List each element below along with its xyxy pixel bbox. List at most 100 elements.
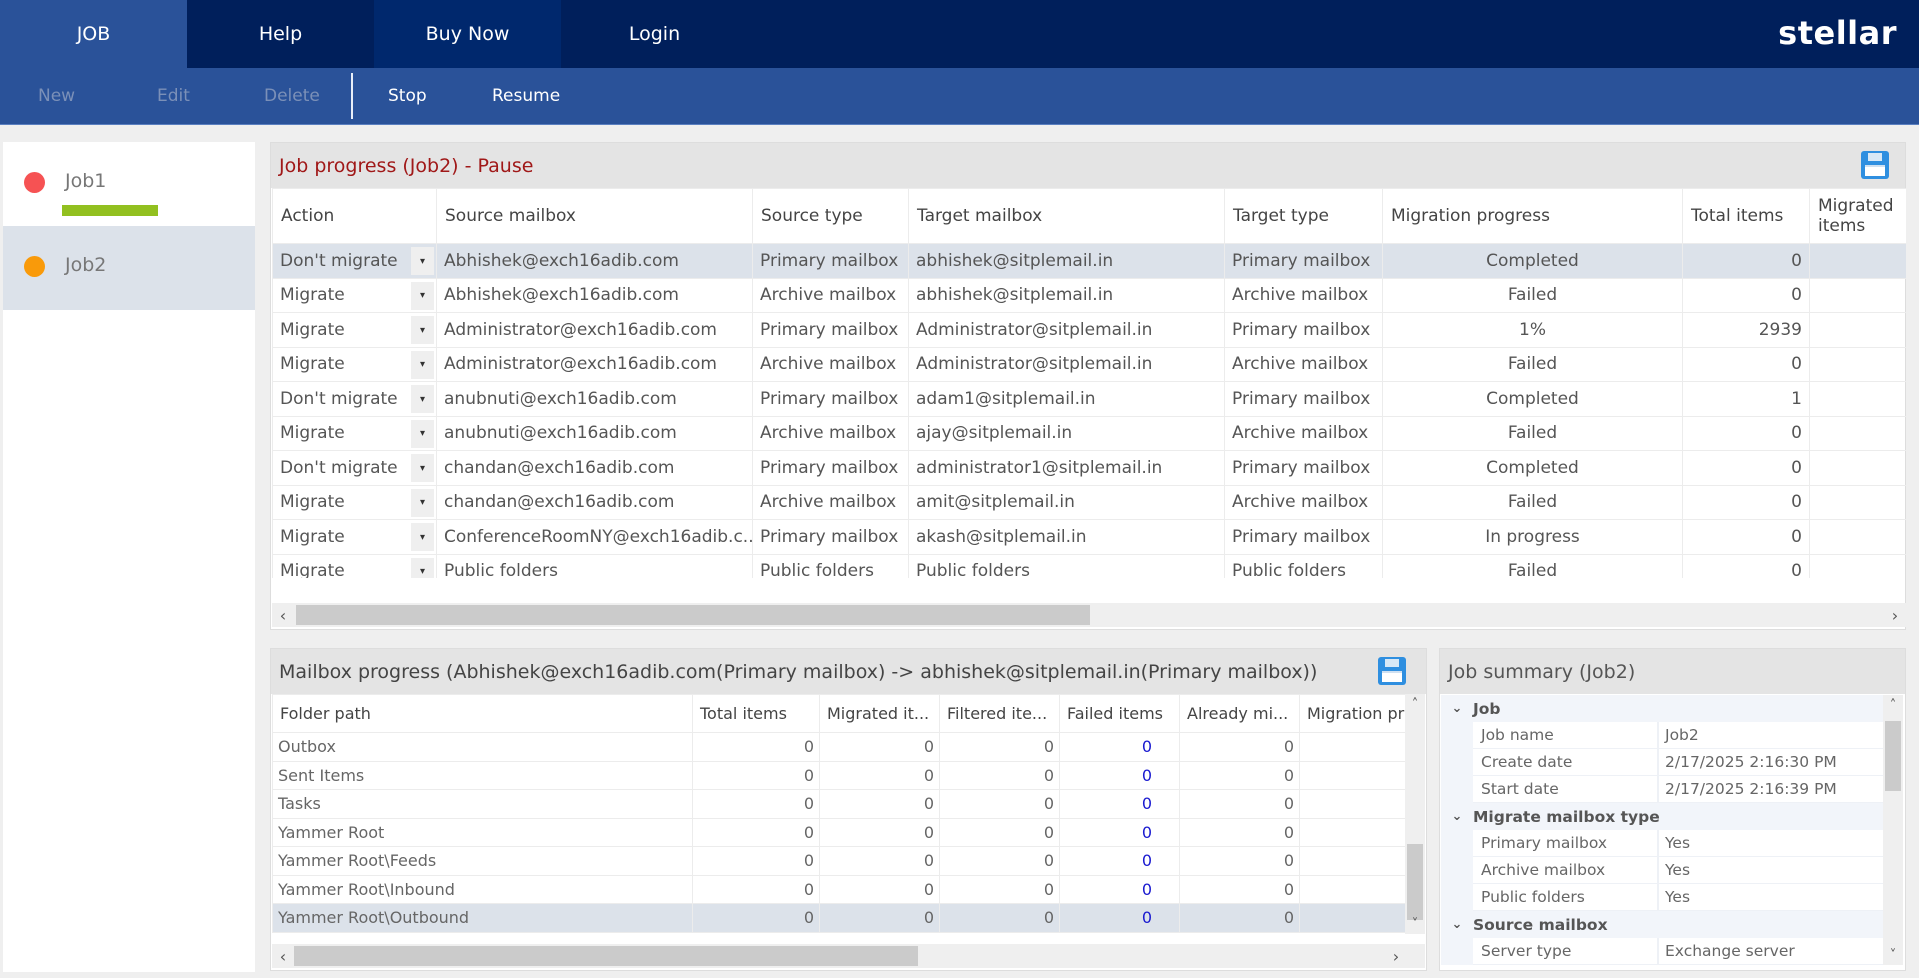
dropdown-arrow-icon[interactable]: ▾	[411, 523, 434, 551]
tab-job[interactable]: JOB	[0, 0, 187, 68]
table-row[interactable]: Migrate ▾ Abhishek@exch16adib.com Archive m…	[272, 277, 1906, 313]
summary-group-header[interactable]: ⌄ Job	[1441, 695, 1883, 722]
action-select[interactable]: Migrate ▾	[272, 519, 437, 555]
collapse-chevron-icon[interactable]: ⌄	[1441, 701, 1473, 716]
column-header-target-type[interactable]: Target type	[1224, 188, 1383, 244]
source-type-cell: Archive mailbox	[752, 415, 909, 451]
dropdown-arrow-icon[interactable]: ▾	[411, 316, 434, 344]
table-row[interactable]: Tasks00000Cc	[272, 789, 1405, 819]
scroll-down-icon[interactable]: ˅	[1405, 914, 1425, 934]
scrollbar-thumb[interactable]	[296, 605, 1090, 625]
summary-group-header[interactable]: ⌄ Source mailbox	[1441, 911, 1883, 938]
tab-login[interactable]: Login	[561, 0, 748, 68]
table-row[interactable]: Migrate ▾ Administrator@exch16adib.com Arch…	[272, 346, 1906, 382]
job-summary-vertical-scrollbar[interactable]: ˄ ˅	[1883, 695, 1903, 965]
scroll-up-icon[interactable]: ˄	[1883, 695, 1903, 715]
tab-buy-now[interactable]: Buy Now	[374, 0, 561, 68]
table-row[interactable]: Yammer Root\Inbound00000Cc	[272, 874, 1405, 904]
table-row[interactable]: Migrate ▾ Administrator@exch16adib.com Prim…	[272, 312, 1906, 348]
dropdown-arrow-icon[interactable]: ▾	[411, 488, 434, 517]
table-row[interactable]: Outbox00000Cc	[272, 732, 1405, 762]
failed-items-link[interactable]: 0	[1059, 874, 1180, 904]
column-header-action[interactable]: Action	[272, 188, 437, 244]
dropdown-arrow-icon[interactable]: ▾	[411, 247, 434, 275]
save-icon[interactable]	[1861, 151, 1889, 179]
table-row[interactable]: Yammer Root\Outbound00000Cc	[272, 903, 1405, 933]
delete-button[interactable]: Delete	[264, 68, 320, 124]
stop-button[interactable]: Stop	[388, 68, 427, 124]
table-row[interactable]: Yammer Root00000Cc	[272, 817, 1405, 847]
dropdown-arrow-icon[interactable]: ▾	[411, 281, 434, 310]
failed-items-link[interactable]: 0	[1059, 846, 1180, 876]
tab-help[interactable]: Help	[187, 0, 374, 68]
scrollbar-thumb[interactable]	[1885, 721, 1901, 791]
table-row[interactable]: Don't migrate ▾ Abhishek@exch16adib.com Pri…	[272, 243, 1906, 279]
resume-button[interactable]: Resume	[492, 68, 560, 124]
column-header-source-type[interactable]: Source type	[752, 188, 909, 244]
mailbox-progress-vertical-scrollbar[interactable]: ˄ ˅	[1405, 694, 1425, 934]
column-header-migrated-items[interactable]: Migrated it...	[819, 694, 940, 733]
job-list-item-job2[interactable]: Job2	[3, 226, 255, 310]
mailbox-progress-horizontal-scrollbar[interactable]: ‹ ›	[272, 944, 1425, 968]
dropdown-arrow-icon[interactable]: ▾	[411, 350, 434, 379]
column-header-migration-progress[interactable]: Migration progress	[1382, 188, 1683, 244]
scroll-right-icon[interactable]: ›	[1387, 944, 1405, 968]
table-row[interactable]: Migrate ▾ anubnuti@exch16adib.com Archive m…	[272, 415, 1906, 451]
failed-items-link[interactable]: 0	[1059, 789, 1180, 819]
column-header-filtered-items[interactable]: Filtered ite...	[939, 694, 1060, 733]
failed-items-link[interactable]: 0	[1059, 732, 1180, 762]
action-select[interactable]: Migrate ▾	[272, 415, 437, 451]
column-header-migration-progress[interactable]: Migration pr	[1299, 694, 1405, 733]
column-header-source-mailbox[interactable]: Source mailbox	[436, 188, 753, 244]
table-row[interactable]: Migrate ▾ Public folders Public folders Publ…	[272, 553, 1906, 578]
scroll-right-icon[interactable]: ›	[1886, 603, 1904, 627]
target-type-cell: Archive mailbox	[1224, 484, 1383, 520]
dropdown-arrow-icon[interactable]: ▾	[411, 385, 434, 413]
migrated-items-cell: 0	[819, 789, 940, 819]
scrollbar-thumb[interactable]	[294, 946, 918, 966]
job-list-item-job1[interactable]: Job1	[3, 142, 255, 226]
save-icon[interactable]	[1378, 657, 1406, 685]
action-select[interactable]: Migrate ▾	[272, 484, 437, 520]
table-row[interactable]: Sent Items00000Cc	[272, 760, 1405, 790]
action-select[interactable]: Migrate ▾	[272, 312, 437, 348]
scroll-down-icon[interactable]: ˅	[1883, 945, 1903, 965]
column-header-total-items[interactable]: Total items	[1682, 188, 1810, 244]
column-header-total-items[interactable]: Total items	[692, 694, 820, 733]
failed-items-link[interactable]: 0	[1059, 903, 1180, 933]
column-header-already-migrated[interactable]: Already mi...	[1179, 694, 1300, 733]
column-header-target-mailbox[interactable]: Target mailbox	[908, 188, 1225, 244]
collapse-chevron-icon[interactable]: ⌄	[1441, 917, 1473, 932]
table-row[interactable]: Migrate ▾ chandan@exch16adib.com Archive ma…	[272, 484, 1906, 520]
total-items-cell: 0	[1682, 484, 1810, 520]
table-row[interactable]: Yammer Root\Feeds00000Cc	[272, 846, 1405, 876]
failed-items-link[interactable]: 0	[1059, 760, 1180, 790]
dropdown-arrow-icon[interactable]: ▾	[411, 557, 434, 578]
column-header-failed-items[interactable]: Failed items	[1059, 694, 1180, 733]
scroll-up-icon[interactable]: ˄	[1405, 694, 1425, 714]
table-row[interactable]: Don't migrate ▾ chandan@exch16adib.com Prim…	[272, 450, 1906, 486]
new-button[interactable]: New	[38, 68, 75, 124]
action-select[interactable]: Don't migrate ▾	[272, 243, 437, 279]
action-select[interactable]: Migrate ▾	[272, 346, 437, 382]
table-row[interactable]: Migrate ▾ ConferenceRoomNY@exch16adib.c...…	[272, 519, 1906, 555]
action-select[interactable]: Don't migrate ▾	[272, 381, 437, 417]
action-select[interactable]: Don't migrate ▾	[272, 450, 437, 486]
column-header-folder-path[interactable]: Folder path	[272, 694, 693, 733]
table-row[interactable]: Don't migrate ▾ anubnuti@exch16adib.com Pri…	[272, 381, 1906, 417]
scrollbar-thumb[interactable]	[1407, 844, 1423, 920]
dropdown-arrow-icon[interactable]: ▾	[411, 454, 434, 482]
summary-group-header[interactable]: ⌄ Migrate mailbox type	[1441, 803, 1883, 830]
failed-items-link[interactable]: 0	[1059, 817, 1180, 847]
collapse-chevron-icon[interactable]: ⌄	[1441, 809, 1473, 824]
job-progress-horizontal-scrollbar[interactable]: ‹ ›	[272, 603, 1906, 627]
scroll-left-icon[interactable]: ‹	[274, 944, 292, 968]
action-select[interactable]: Migrate ▾	[272, 553, 437, 578]
action-select[interactable]: Migrate ▾	[272, 277, 437, 313]
dropdown-arrow-icon[interactable]: ▾	[411, 419, 434, 448]
status-dot-icon	[24, 172, 45, 193]
scroll-left-icon[interactable]: ‹	[274, 603, 292, 627]
edit-button[interactable]: Edit	[157, 68, 190, 124]
column-header-migrated-items[interactable]: Migrated items	[1809, 188, 1906, 244]
total-items-cell: 0	[692, 903, 820, 933]
